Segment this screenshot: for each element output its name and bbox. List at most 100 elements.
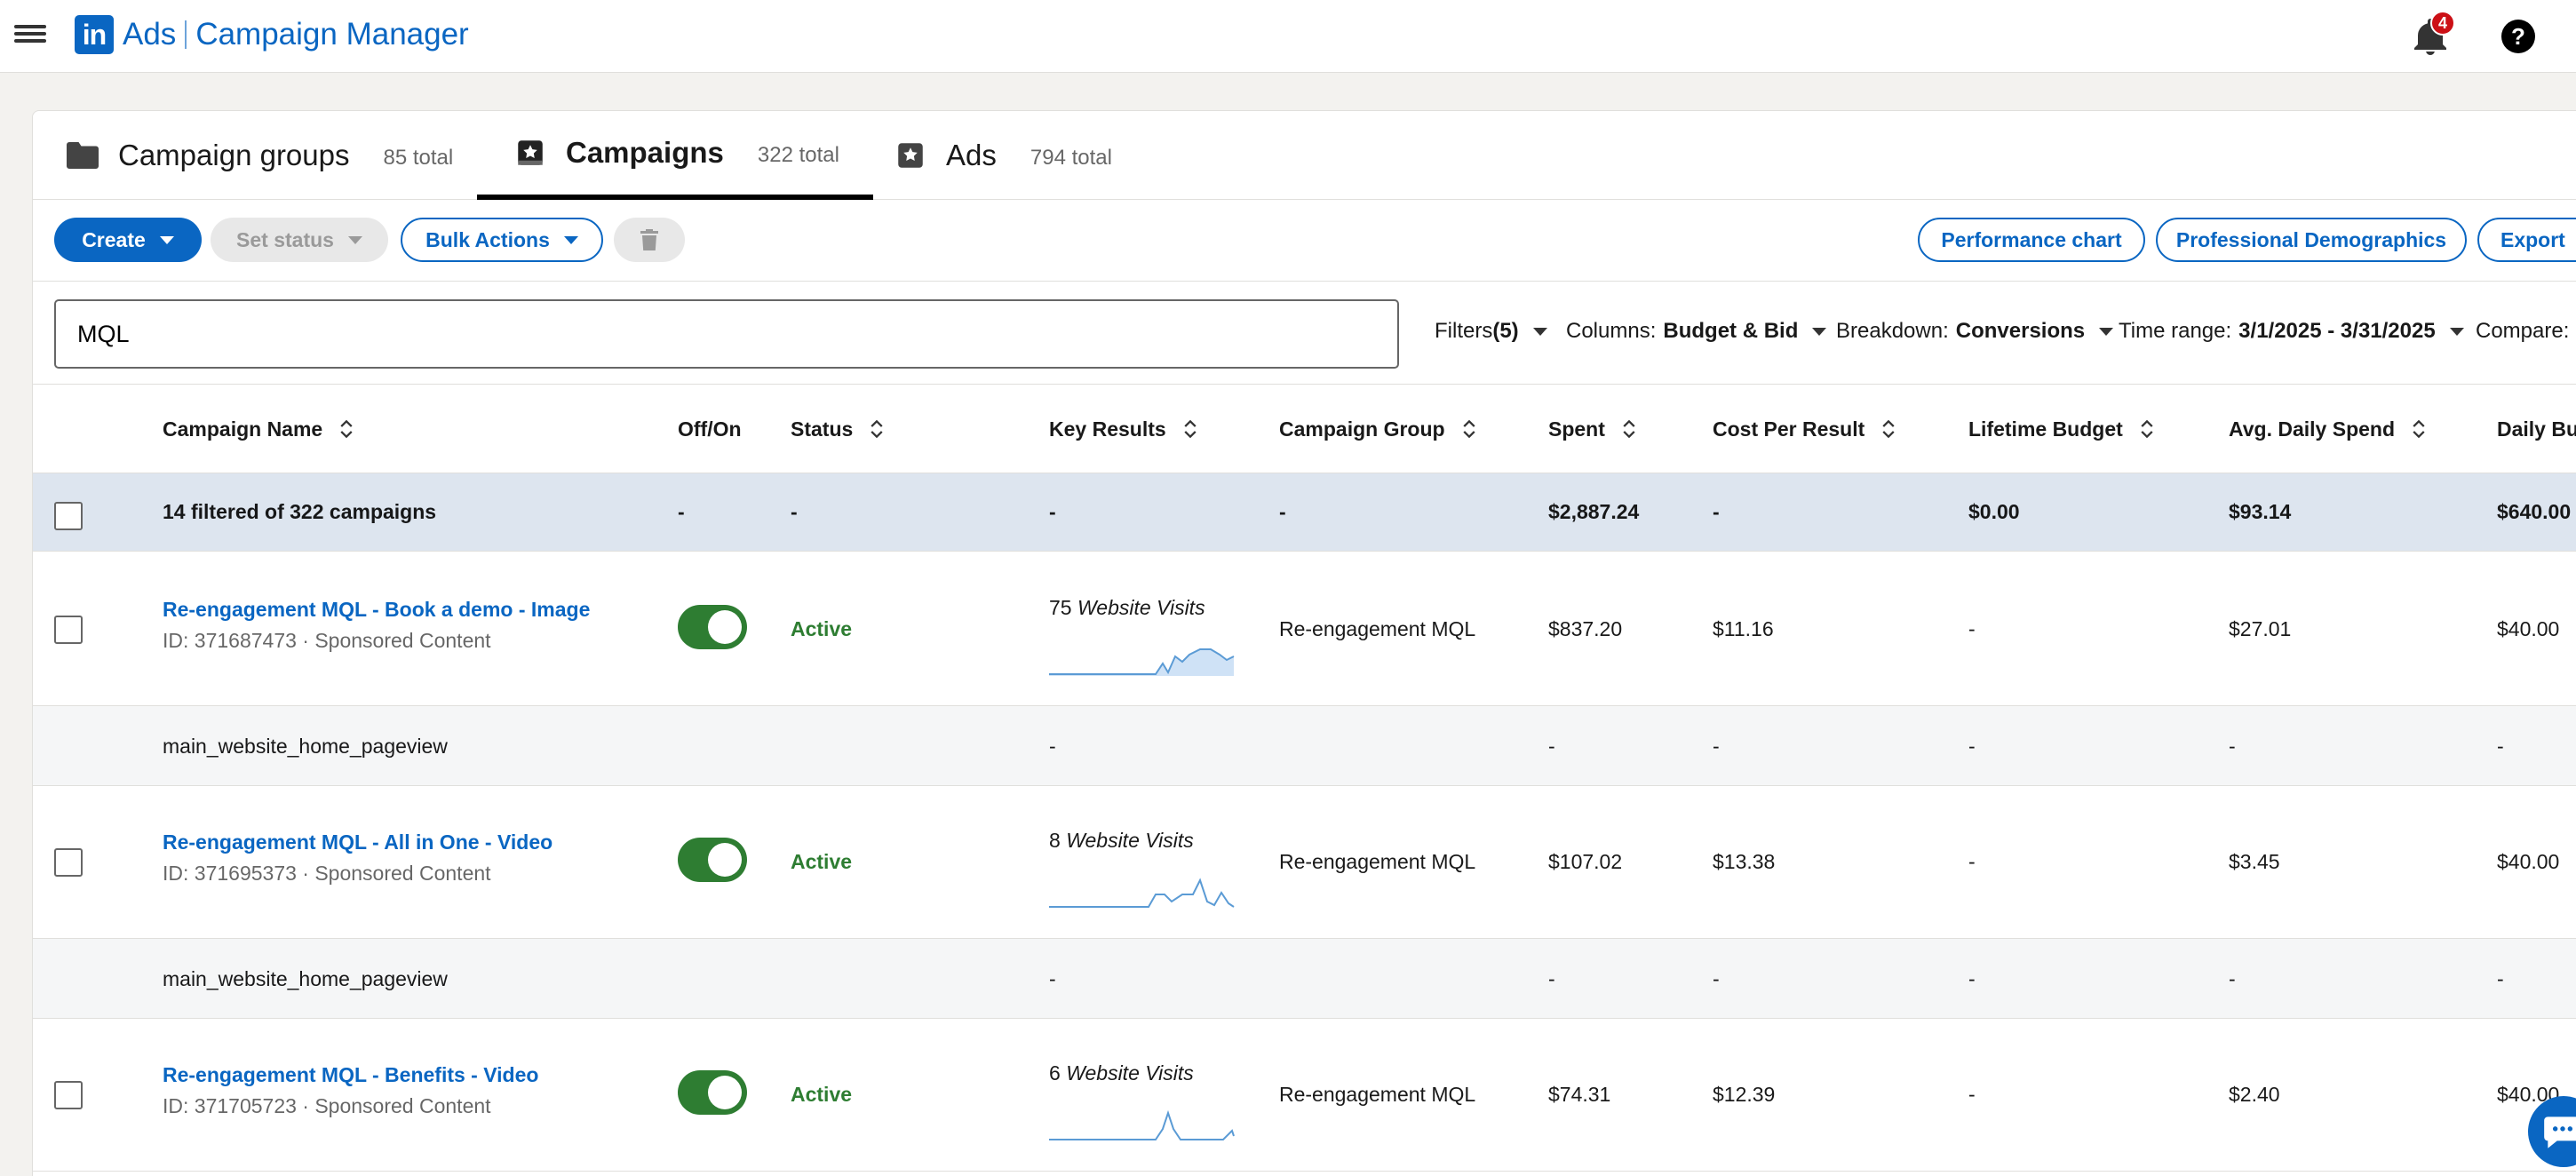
- breakdown-label: Breakdown:: [1836, 319, 1949, 343]
- tab-ads[interactable]: Ads 794 total: [894, 111, 1112, 200]
- export-button[interactable]: Export: [2477, 218, 2576, 262]
- sort-icon[interactable]: [2411, 417, 2427, 441]
- column-header-daily-budget[interactable]: Daily Bu: [2497, 385, 2576, 473]
- sub-daily-budget: -: [2497, 967, 2504, 990]
- create-button[interactable]: Create: [54, 218, 202, 262]
- header-label: Cost Per Result: [1713, 417, 1865, 441]
- breakdown-dropdown[interactable]: Breakdown: Conversions: [1836, 319, 2114, 344]
- toggle-knob: [708, 610, 742, 644]
- header-label: Daily Bu: [2497, 417, 2576, 441]
- notifications-badge: 4: [2430, 11, 2455, 36]
- time-range-dropdown[interactable]: Time range: 3/1/2025 - 3/31/2025: [2119, 319, 2464, 344]
- campaign-toggle[interactable]: [678, 1070, 747, 1115]
- tab-label: Campaigns: [566, 136, 724, 169]
- hamburger-menu-icon[interactable]: [14, 21, 46, 50]
- filters-dropdown[interactable]: Filters (5): [1435, 319, 1547, 344]
- daily-budget-cell: $40.00: [2497, 850, 2560, 873]
- summary-daily-budget: $640.00: [2497, 500, 2572, 523]
- sort-icon[interactable]: [1880, 417, 1896, 441]
- sort-icon[interactable]: [1461, 417, 1477, 441]
- sort-icon[interactable]: [338, 417, 354, 441]
- header-label: Avg. Daily Spend: [2229, 417, 2396, 441]
- campaign-star-icon: [518, 140, 543, 165]
- campaign-toggle[interactable]: [678, 605, 747, 649]
- status-badge: Active: [791, 617, 853, 640]
- column-header-campaign-group[interactable]: Campaign Group: [1279, 385, 1477, 473]
- campaign-group-cell: Re-engagement MQL: [1279, 850, 1476, 873]
- sort-icon[interactable]: [2139, 417, 2155, 441]
- performance-chart-button[interactable]: Performance chart: [1918, 218, 2145, 262]
- delete-button[interactable]: [614, 218, 685, 262]
- tab-count: 794 total: [1030, 146, 1112, 170]
- key-results-count: 8: [1049, 829, 1061, 852]
- summary-off-on: -: [678, 500, 685, 523]
- help-icon[interactable]: ?: [2501, 20, 2535, 53]
- column-header-campaign-name[interactable]: Campaign Name: [163, 385, 354, 473]
- row-checkbox[interactable]: [54, 1081, 83, 1109]
- summary-status: -: [791, 500, 798, 523]
- column-header-avg-daily-spend[interactable]: Avg. Daily Spend: [2229, 385, 2427, 473]
- linkedin-logo: in: [75, 15, 114, 54]
- key-results-label: Website Visits: [1066, 829, 1194, 852]
- header-label: Campaign Name: [163, 417, 323, 441]
- key-results-sparkline: [1049, 648, 1235, 676]
- columns-value: Budget & Bid: [1663, 319, 1799, 343]
- tab-campaign-groups[interactable]: Campaign groups 85 total: [67, 111, 453, 200]
- column-header-lifetime-budget[interactable]: Lifetime Budget: [1968, 385, 2155, 473]
- sub-avg-daily-spend: -: [2229, 967, 2236, 990]
- columns-dropdown[interactable]: Columns: Budget & Bid: [1566, 319, 1827, 344]
- tab-count: 85 total: [383, 146, 454, 170]
- summary-spent: $2,887.24: [1548, 500, 1640, 523]
- sort-icon[interactable]: [1621, 417, 1637, 441]
- app-brand[interactable]: in Ads Campaign Manager: [75, 14, 469, 55]
- row-checkbox[interactable]: [54, 848, 83, 877]
- folder-icon: [67, 142, 99, 169]
- sort-icon[interactable]: [1182, 417, 1198, 441]
- top-navigation-bar: in Ads Campaign Manager 4 ?: [0, 0, 2576, 73]
- bulk-actions-button[interactable]: Bulk Actions: [401, 218, 603, 262]
- sort-icon[interactable]: [869, 417, 885, 441]
- avg-daily-spend-cell: $27.01: [2229, 617, 2292, 640]
- campaign-name-link[interactable]: Re-engagement MQL - Book a demo - Image: [163, 598, 590, 622]
- key-results-sparkline: [1049, 1109, 1235, 1140]
- summary-lifetime-budget: $0.00: [1968, 500, 2020, 523]
- sub-daily-budget: -: [2497, 735, 2504, 758]
- set-status-button[interactable]: Set status: [211, 218, 388, 262]
- campaign-name-cell: Re-engagement MQL - Benefits - Video ID:…: [163, 1063, 538, 1118]
- campaign-row: Re-engagement MQL - Benefits - Video ID:…: [33, 1019, 2576, 1172]
- daily-budget-cell: $40.00: [2497, 617, 2560, 640]
- create-button-label: Create: [82, 227, 146, 251]
- tab-campaigns[interactable]: Campaigns 322 total: [477, 111, 873, 200]
- campaign-meta: ID: 371705723 · Sponsored Content: [163, 1094, 491, 1117]
- key-results-count: 6: [1049, 1061, 1061, 1085]
- column-header-key-results[interactable]: Key Results: [1049, 385, 1198, 473]
- campaign-meta: ID: 371687473 · Sponsored Content: [163, 629, 491, 652]
- spent-cell: $837.20: [1548, 617, 1623, 640]
- summary-campaign-group: -: [1279, 500, 1286, 523]
- campaign-search-input[interactable]: [54, 299, 1399, 369]
- column-header-spent[interactable]: Spent: [1548, 385, 1637, 473]
- compare-label: Compare:: [2476, 319, 2570, 343]
- professional-demographics-button[interactable]: Professional Demographics: [2156, 218, 2467, 262]
- campaign-name-link[interactable]: Re-engagement MQL - Benefits - Video: [163, 1063, 538, 1087]
- campaign-toggle[interactable]: [678, 838, 747, 882]
- lifetime-budget-cell: -: [1968, 1083, 1976, 1106]
- chat-bubble-icon: [2544, 1116, 2576, 1148]
- compare-dropdown[interactable]: Compare:: [2476, 319, 2569, 344]
- row-checkbox[interactable]: [54, 616, 83, 644]
- sub-avg-daily-spend: -: [2229, 735, 2236, 758]
- campaign-name-cell: Re-engagement MQL - All in One - Video I…: [163, 830, 553, 886]
- select-all-checkbox[interactable]: [54, 502, 83, 530]
- campaign-name-link[interactable]: Re-engagement MQL - All in One - Video: [163, 830, 553, 854]
- sub-lifetime-budget: -: [1968, 967, 1976, 990]
- key-results-label: Website Visits: [1066, 1061, 1194, 1085]
- campaign-meta: ID: 371695373 · Sponsored Content: [163, 862, 491, 885]
- key-results-count: 75: [1049, 596, 1072, 619]
- key-results-sparkline: [1049, 878, 1235, 908]
- column-header-cost-per-result[interactable]: Cost Per Result: [1713, 385, 1896, 473]
- cost-per-result-cell: $12.39: [1713, 1083, 1776, 1106]
- column-header-status[interactable]: Status: [791, 385, 885, 473]
- toggle-knob: [708, 1076, 742, 1109]
- chevron-down-icon: [2099, 327, 2114, 336]
- header-label: Key Results: [1049, 417, 1166, 441]
